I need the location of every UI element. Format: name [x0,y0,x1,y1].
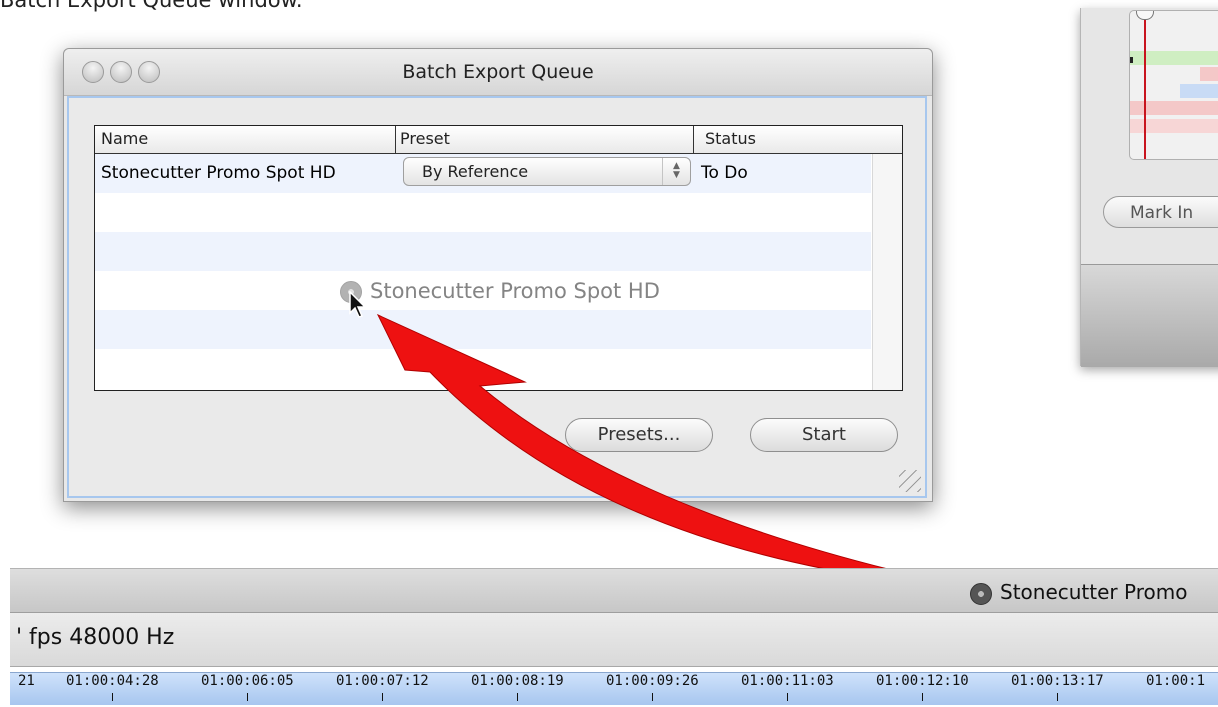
arrow-cursor-icon [349,291,367,318]
clip-label: Stonecutter Promo [1000,580,1188,604]
ruler-timecode: 01:00:08:19 [471,673,564,701]
ruler-timecode: 01:00:04:28 [66,673,159,701]
ruler-timecode: 01:00:07:12 [336,673,429,701]
ruler-timecode: 01:00:11:03 [741,673,834,701]
timecode-ruler[interactable]: 21 01:00:04:28 01:00:06:05 01:00:07:12 0… [10,672,1218,705]
ruler-timecode: 01:00:12:10 [876,673,969,701]
ruler-timecode: 21 [18,673,35,689]
ruler-timecode: 01:00:13:17 [1011,673,1104,701]
film-reel-icon [970,582,992,605]
timeline-clip[interactable]: Stonecutter Promo [970,580,1187,605]
format-info-bar: ' fps 48000 Hz [10,613,1218,667]
ruler-timecode: 01:00:1 [1146,673,1206,689]
fps-hz-readout: ' fps 48000 Hz [16,625,175,650]
ruler-timecode: 01:00:09:26 [606,673,699,701]
ruler-timecode: 01:00:06:05 [201,673,294,701]
